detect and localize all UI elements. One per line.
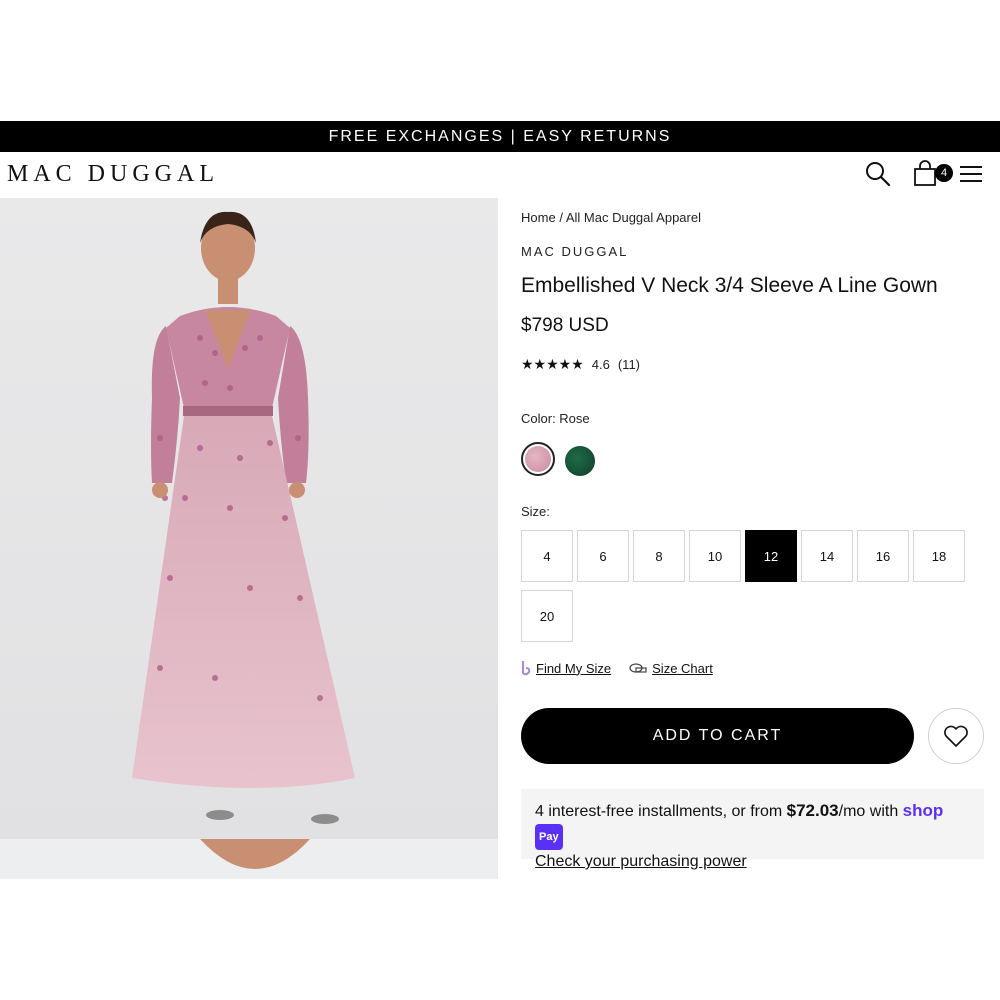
color-label: Color: Rose <box>521 411 590 426</box>
size-option-14[interactable]: 14 <box>801 530 853 582</box>
find-my-size-icon <box>522 661 531 676</box>
search-icon[interactable] <box>864 160 892 188</box>
size-option-18[interactable]: 18 <box>913 530 965 582</box>
wishlist-button[interactable] <box>928 708 984 764</box>
brand-logo[interactable]: MAC DUGGAL <box>7 161 219 188</box>
product-image-main[interactable] <box>0 198 498 839</box>
color-swatch-rose[interactable] <box>521 442 555 476</box>
announcement-text: FREE EXCHANGES | EASY RETURNS <box>328 127 672 145</box>
find-my-size-link[interactable]: Find My Size <box>521 660 611 676</box>
shop-pay-installments: 4 interest-free installments, or from $7… <box>521 789 984 870</box>
installments-amount: $72.03 <box>786 801 839 820</box>
shop-pay-badge: Pay <box>535 824 563 850</box>
product-price: $798 USD <box>521 315 609 336</box>
rating-count[interactable]: (11) <box>618 357 640 372</box>
size-option-6[interactable]: 6 <box>577 530 629 582</box>
breadcrumb-separator: / <box>559 210 563 225</box>
rose-swatch-fill <box>525 446 551 472</box>
site-header: MAC DUGGAL 4 <box>0 152 1000 198</box>
shop-pay-logo: shop <box>902 801 944 820</box>
size-option-16[interactable]: 16 <box>857 530 909 582</box>
menu-icon[interactable] <box>958 160 984 188</box>
breadcrumb-category[interactable]: All Mac Duggal Apparel <box>566 210 701 225</box>
size-selector: 4 6 8 10 12 14 16 18 20 <box>521 530 971 642</box>
cart-count-badge[interactable]: 4 <box>935 164 953 182</box>
tape-measure-icon <box>629 663 647 673</box>
size-label: Size: <box>521 504 550 519</box>
dress-model-illustration <box>132 211 355 824</box>
product-image-next[interactable] <box>0 839 498 879</box>
add-to-cart-button[interactable]: ADD TO CART <box>521 708 914 764</box>
size-chart-link[interactable]: Size Chart <box>629 660 713 676</box>
breadcrumb-home[interactable]: Home <box>521 210 556 225</box>
find-my-size-label: Find My Size <box>536 660 612 676</box>
size-option-8[interactable]: 8 <box>633 530 685 582</box>
size-chart-label: Size Chart <box>652 660 713 676</box>
breadcrumb: Home / All Mac Duggal Apparel <box>521 210 701 225</box>
size-option-4[interactable]: 4 <box>521 530 573 582</box>
heart-icon <box>944 725 968 747</box>
color-swatch-green[interactable] <box>565 446 595 476</box>
product-rating[interactable]: ★★★★★ 4.6 (11) <box>521 356 640 373</box>
announcement-bar: FREE EXCHANGES | EASY RETURNS <box>0 121 1000 152</box>
product-title: Embellished V Neck 3/4 Sleeve A Line Gow… <box>521 274 938 297</box>
size-option-12[interactable]: 12 <box>745 530 797 582</box>
product-gallery[interactable] <box>0 198 498 879</box>
installments-text-after: /mo with <box>838 803 903 820</box>
next-image-preview <box>200 839 310 869</box>
rating-value: 4.6 <box>591 357 610 372</box>
installments-text-before: 4 interest-free installments, or from <box>535 803 787 820</box>
installments-line: 4 interest-free installments, or from $7… <box>535 799 970 850</box>
size-help-links: Find My Size Size Chart <box>521 660 713 676</box>
size-option-20[interactable]: 20 <box>521 590 573 642</box>
rating-stars: ★★★★★ <box>521 356 584 372</box>
check-purchasing-power-link[interactable]: Check your purchasing power <box>535 850 970 874</box>
size-option-10[interactable]: 10 <box>689 530 741 582</box>
product-brand[interactable]: MAC DUGGAL <box>521 244 628 259</box>
